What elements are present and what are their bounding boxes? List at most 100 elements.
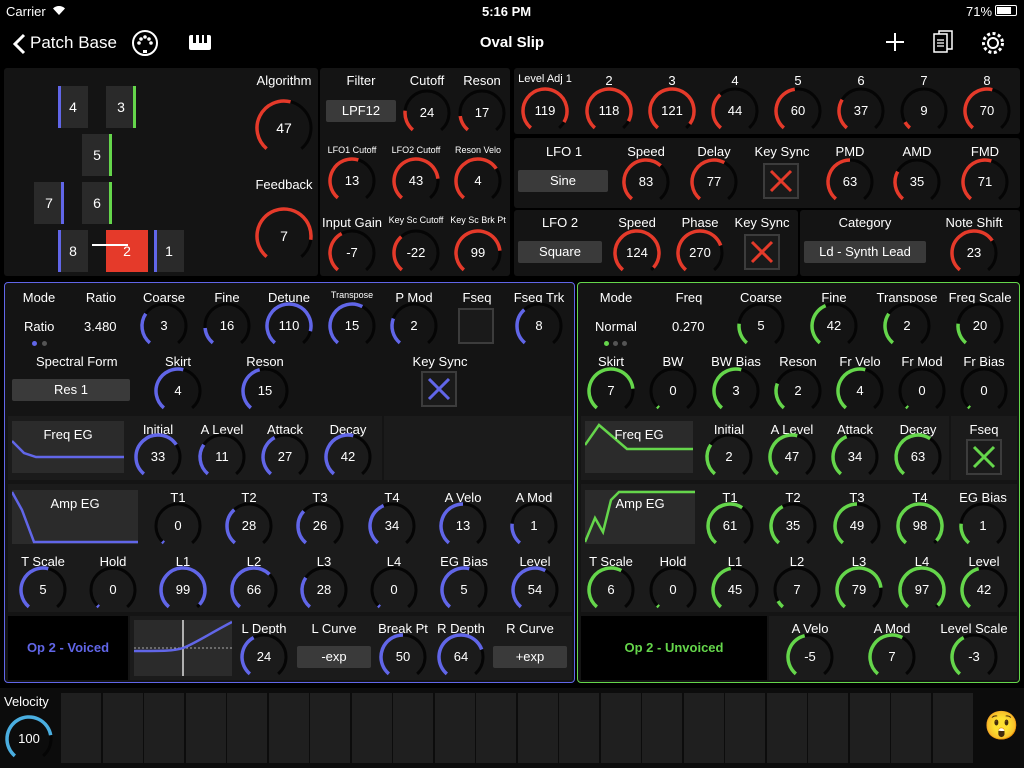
keyboard-key[interactable]: [310, 693, 350, 763]
v-hold-knob[interactable]: 0: [88, 565, 138, 615]
key-sc-brk-knob[interactable]: 99: [453, 228, 503, 278]
level-adj-2-knob[interactable]: 118: [584, 86, 634, 136]
u-fseq-checkbox[interactable]: [966, 439, 1002, 475]
feedback-knob[interactable]: 7: [254, 206, 314, 266]
keyboard-key[interactable]: [227, 693, 267, 763]
v-skirt-knob[interactable]: 4: [153, 366, 203, 416]
algorithm-operator-2[interactable]: 2: [106, 230, 148, 272]
keyboard-key[interactable]: [517, 693, 558, 763]
v-fseq-checkbox[interactable]: [458, 308, 494, 344]
v-t2-knob[interactable]: 28: [224, 501, 274, 551]
v-t4-knob[interactable]: 34: [367, 501, 417, 551]
lfo1-pmd-knob[interactable]: 63: [825, 157, 875, 207]
u-level-knob[interactable]: 42: [959, 565, 1009, 615]
v-detune-knob[interactable]: 110: [264, 301, 314, 351]
algorithm-operator-8[interactable]: 8: [58, 230, 88, 272]
u-fr-mod-knob[interactable]: 0: [897, 366, 947, 416]
keyboard-key[interactable]: [600, 693, 641, 763]
lfo2-cutoff-knob[interactable]: 43: [391, 156, 441, 206]
keyboard-key[interactable]: [102, 693, 143, 763]
category-select[interactable]: Ld - Synth Lead: [804, 241, 926, 263]
u-fr-velo-knob[interactable]: 4: [835, 366, 885, 416]
u-freq-eg[interactable]: Freq EG: [585, 421, 693, 473]
v-a-velo-knob[interactable]: 13: [438, 501, 488, 551]
algorithm-knob[interactable]: 47: [254, 98, 314, 158]
u-eg-bias-knob[interactable]: 1: [958, 501, 1008, 551]
u-t-scale-knob[interactable]: 6: [586, 565, 636, 615]
u-hold-knob[interactable]: 0: [648, 565, 698, 615]
u-amp-eg[interactable]: Amp EG: [585, 490, 695, 544]
keyboard-key[interactable]: [476, 693, 516, 763]
lfo2-wave-select[interactable]: Square: [518, 241, 602, 263]
v-decay-knob[interactable]: 42: [323, 432, 373, 482]
lfo2-speed-knob[interactable]: 124: [612, 228, 662, 278]
u-t3-knob[interactable]: 49: [832, 501, 882, 551]
algorithm-operator-4[interactable]: 4: [58, 86, 88, 128]
algorithm-operator-3[interactable]: 3: [106, 86, 136, 128]
filter-select[interactable]: LPF12: [326, 100, 396, 122]
document-copy-icon[interactable]: [932, 29, 954, 55]
algorithm-operator-7[interactable]: 7: [34, 182, 64, 224]
surprised-face-icon[interactable]: 😲: [984, 712, 1019, 740]
v-initial-knob[interactable]: 33: [133, 432, 183, 482]
v-l-curve-select[interactable]: -exp: [297, 646, 371, 668]
v-spectral-select[interactable]: Res 1: [12, 379, 130, 401]
v-reson-knob[interactable]: 15: [240, 366, 290, 416]
u-bw-bias-knob[interactable]: 3: [711, 366, 761, 416]
level-adj-7-knob[interactable]: 9: [899, 86, 949, 136]
level-adj-1-knob[interactable]: 119: [520, 86, 570, 136]
keyboard-key[interactable]: [642, 693, 682, 763]
keyboard-key[interactable]: [393, 693, 433, 763]
keyboard-key[interactable]: [144, 693, 184, 763]
u-initial-knob[interactable]: 2: [704, 432, 754, 482]
keyboard-key[interactable]: [351, 693, 392, 763]
v-fseq-trk-knob[interactable]: 8: [514, 301, 564, 351]
v-transpose-knob[interactable]: 15: [327, 301, 377, 351]
keyboard-key[interactable]: [61, 693, 101, 763]
v-a-level-knob[interactable]: 11: [197, 432, 247, 482]
v-keysync-checkbox[interactable]: [421, 371, 457, 407]
v-level-knob[interactable]: 54: [510, 565, 560, 615]
keyboard-key[interactable]: [268, 693, 309, 763]
keyboard-key[interactable]: [683, 693, 724, 763]
v-break-pt-knob[interactable]: 50: [378, 632, 428, 682]
u-bw-knob[interactable]: 0: [648, 366, 698, 416]
u-decay-knob[interactable]: 63: [893, 432, 943, 482]
level-adj-6-knob[interactable]: 37: [836, 86, 886, 136]
v-t1-knob[interactable]: 0: [153, 501, 203, 551]
keyboard-key[interactable]: [849, 693, 890, 763]
v-l1-knob[interactable]: 99: [158, 565, 208, 615]
v-l2-knob[interactable]: 66: [229, 565, 279, 615]
v-attack-knob[interactable]: 27: [260, 432, 310, 482]
reson-velo-knob[interactable]: 4: [453, 156, 503, 206]
u-a-mod-knob[interactable]: 7: [867, 632, 917, 682]
v-r-curve-select[interactable]: +exp: [493, 646, 567, 668]
lfo2-phase-knob[interactable]: 270: [675, 228, 725, 278]
level-adj-8-knob[interactable]: 70: [962, 86, 1012, 136]
v-l-depth-knob[interactable]: 24: [239, 632, 289, 682]
gear-icon[interactable]: [980, 30, 1006, 56]
keyboard-key[interactable]: [766, 693, 807, 763]
u-t1-knob[interactable]: 61: [705, 501, 755, 551]
lfo1-keysync-checkbox[interactable]: [763, 163, 799, 199]
lfo1-delay-knob[interactable]: 77: [689, 157, 739, 207]
u-attack-knob[interactable]: 34: [830, 432, 880, 482]
v-amp-eg[interactable]: Amp EG: [12, 490, 138, 544]
keyboard-key[interactable]: [725, 693, 765, 763]
u-reson-knob[interactable]: 2: [773, 366, 823, 416]
v-t3-knob[interactable]: 26: [295, 501, 345, 551]
level-adj-4-knob[interactable]: 44: [710, 86, 760, 136]
v-eg-bias-knob[interactable]: 5: [439, 565, 489, 615]
keyboard-key[interactable]: [808, 693, 848, 763]
lfo1-fmd-knob[interactable]: 71: [960, 157, 1010, 207]
u-t2-knob[interactable]: 35: [768, 501, 818, 551]
lfo1-speed-knob[interactable]: 83: [621, 157, 671, 207]
keyboard-key[interactable]: [891, 693, 931, 763]
u-transpose-knob[interactable]: 2: [882, 301, 932, 351]
u-a-level-knob[interactable]: 47: [767, 432, 817, 482]
u-coarse-knob[interactable]: 5: [736, 301, 786, 351]
u-l3-knob[interactable]: 79: [834, 565, 884, 615]
v-freq-eg[interactable]: Freq EG: [12, 421, 124, 473]
lfo1-amd-knob[interactable]: 35: [892, 157, 942, 207]
velocity-knob[interactable]: 100: [4, 714, 54, 764]
